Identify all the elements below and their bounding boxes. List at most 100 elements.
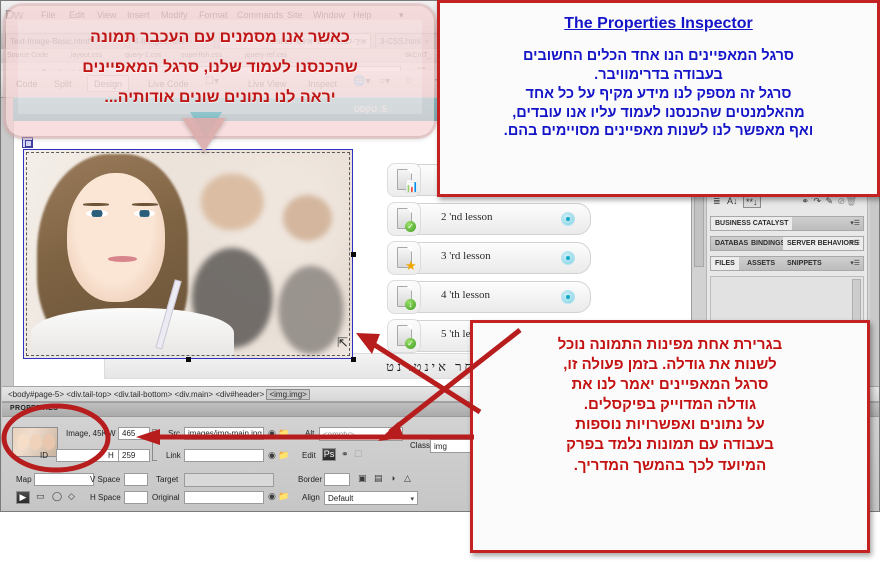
link-icon[interactable]: ⚭ <box>801 196 809 207</box>
image-anchor-icon[interactable] <box>22 137 33 148</box>
link-edit-icon[interactable]: ⚭ <box>341 449 349 460</box>
resample-icon[interactable]: ▣ <box>358 473 367 484</box>
set-properties-icon[interactable]: **↓ <box>743 196 761 208</box>
callout-bottom-line-6: בעבודה עם תמונות נלמד בפרק <box>566 436 774 454</box>
class-label: Class <box>410 441 431 450</box>
image-type-label: Image, 45K <box>66 429 107 438</box>
constrain-proportions-icon[interactable] <box>152 429 157 461</box>
hspace-field[interactable] <box>124 491 148 504</box>
tab-business-catalyst[interactable]: BUSINESS CATALYST <box>711 217 793 230</box>
chevron-down-icon[interactable]: ▾ <box>410 493 414 506</box>
link-label: Link <box>166 451 181 460</box>
check-badge-icon: ✓ <box>405 338 416 349</box>
point-to-file-icon[interactable]: ◉ <box>268 450 276 461</box>
oval-hotspot-icon[interactable]: ◯ <box>52 491 62 502</box>
callout-bottom-line-2: לשנות את גודלה. בזמן פעולה זו, <box>563 356 777 374</box>
document-check-icon: ✓ <box>387 319 421 353</box>
resize-handle-bottom-middle[interactable] <box>186 357 191 362</box>
image-thumbnail <box>12 427 58 457</box>
height-label: H <box>108 451 114 460</box>
border-label: Border <box>298 475 323 484</box>
callout-bottom-line-1: בגרירת אחת מפינות התמונה נוכל <box>557 336 783 353</box>
align-field[interactable]: Default ▾ <box>324 491 418 505</box>
alphabet-view-icon[interactable]: A↓ <box>727 196 738 206</box>
callout-bottom-line-3: סרגל המאפיינים יאמר לנו את <box>571 376 769 394</box>
overlay-note-line-1: כאשר אנו מסמנים עם העכבר תמונה <box>90 29 350 46</box>
panel-menu-icon[interactable]: ▾☰ <box>850 239 860 247</box>
map-label: Map <box>16 475 32 484</box>
callout-bottom-line-5: על נתונים ואפשרויות נוספות <box>575 416 765 434</box>
disable-icon[interactable]: ⊘ <box>837 196 845 207</box>
delete-icon[interactable]: 🗑 <box>846 196 857 207</box>
rectangle-hotspot-icon[interactable]: ▭ <box>36 491 45 502</box>
resize-handle-bottom-right[interactable] <box>351 357 356 362</box>
tag-tail-bottom[interactable]: <div.tail-bottom> <box>114 390 173 399</box>
document-arrow-icon: ↓ <box>387 280 421 314</box>
panel-menu-icon[interactable]: ▾☰ <box>850 219 860 227</box>
attach-icon[interactable]: ↷ <box>813 196 821 207</box>
alt-field[interactable]: <empty> <box>319 427 403 441</box>
files-tabstrip: FILES ASSETS SNIPPETS ▾☰ <box>710 256 864 271</box>
edit-icon[interactable]: ✎ <box>825 196 833 207</box>
point-to-file-icon[interactable]: ◉ <box>268 491 276 502</box>
selected-image[interactable] <box>22 137 356 362</box>
properties-title: PROPERTIES <box>10 405 59 412</box>
align-value: Default <box>328 494 354 503</box>
height-field[interactable]: 259 <box>118 449 150 462</box>
align-label: Align <box>302 493 320 502</box>
vspace-field[interactable] <box>124 473 148 486</box>
tab-databases[interactable]: DATABAS <box>711 237 752 250</box>
crop-icon[interactable]: ▤ <box>374 473 383 484</box>
pointer-hotspot-icon[interactable]: ▶ <box>16 491 30 504</box>
target-label: Target <box>156 475 179 484</box>
crop-icon[interactable]: ☐ <box>354 449 362 460</box>
folder-browse-icon[interactable]: 📁 <box>278 450 289 461</box>
callout-top-line-5: ואף מאפשר לנו לשנות מאפיינים מסויימים בה… <box>503 123 814 140</box>
tag-body[interactable]: <body#page-5> <box>8 390 64 399</box>
resize-diagonal-cursor-icon: ⇱ <box>337 335 348 350</box>
lesson-label: 3 'rd lesson <box>441 250 491 262</box>
photo-eyebrow-left <box>83 203 110 206</box>
arrow-badge-icon: ↓ <box>405 299 416 310</box>
width-field[interactable]: 465 <box>118 427 150 440</box>
tag-header[interactable]: <div#header> <box>215 390 264 399</box>
callout-title: The Properties Inspector <box>564 15 753 32</box>
document-chart-icon: 📊 <box>387 163 421 197</box>
tab-files[interactable]: FILES <box>711 257 739 270</box>
link-field[interactable] <box>184 449 264 462</box>
tab-snippets[interactable]: SNIPPETS <box>783 257 826 270</box>
list-item[interactable]: ↓ 4 'th lesson <box>379 278 591 316</box>
thumbnail-face-2 <box>30 434 42 450</box>
point-to-file-icon[interactable]: ◉ <box>268 428 276 439</box>
src-field[interactable]: images/img-main.jpg <box>184 427 264 440</box>
tag-tail-top[interactable]: <div.tail-top> <box>66 390 111 399</box>
border-field[interactable] <box>324 473 350 486</box>
list-item[interactable]: ✓ 2 'nd lesson <box>379 200 591 238</box>
tag-img-selected[interactable]: <img.img> <box>266 389 310 400</box>
callout-top-line-4: מהאלמנטים שהכנסנו לעמוד עליו אנו עובדים, <box>512 104 805 121</box>
lesson-bullet-icon[interactable] <box>561 251 575 265</box>
lesson-label: 2 'nd lesson <box>441 211 493 223</box>
list-item[interactable]: ★ 3 'rd lesson <box>379 239 591 277</box>
lesson-bullet-icon[interactable] <box>561 212 575 226</box>
polygon-hotspot-icon[interactable]: ◇ <box>68 491 75 502</box>
target-field[interactable] <box>184 473 274 487</box>
original-field[interactable] <box>184 491 264 504</box>
panel-menu-icon[interactable]: ▾☰ <box>850 259 860 267</box>
lesson-bullet-icon[interactable] <box>561 290 575 304</box>
document-star-icon: ★ <box>387 241 421 275</box>
map-field[interactable] <box>34 473 94 486</box>
folder-browse-icon[interactable]: 📁 <box>278 428 289 439</box>
photoshop-icon[interactable]: Ps <box>322 448 336 461</box>
category-view-icon[interactable]: ≣ <box>713 196 721 207</box>
callout-bottom-line-4: גודלה המדוייק בפיקסלים. <box>583 396 757 414</box>
width-label: W <box>108 429 116 438</box>
sharpen-icon[interactable]: △ <box>404 473 411 484</box>
resize-handle-middle-right[interactable] <box>351 252 356 257</box>
folder-browse-icon[interactable]: 📁 <box>278 491 289 502</box>
image-thumbnail-large[interactable] <box>23 149 353 359</box>
tab-assets[interactable]: ASSETS <box>743 257 779 270</box>
tag-main[interactable]: <div.main> <box>175 390 214 399</box>
brightness-contrast-icon[interactable]: ◑ <box>390 473 395 483</box>
id-label: ID <box>40 451 48 460</box>
